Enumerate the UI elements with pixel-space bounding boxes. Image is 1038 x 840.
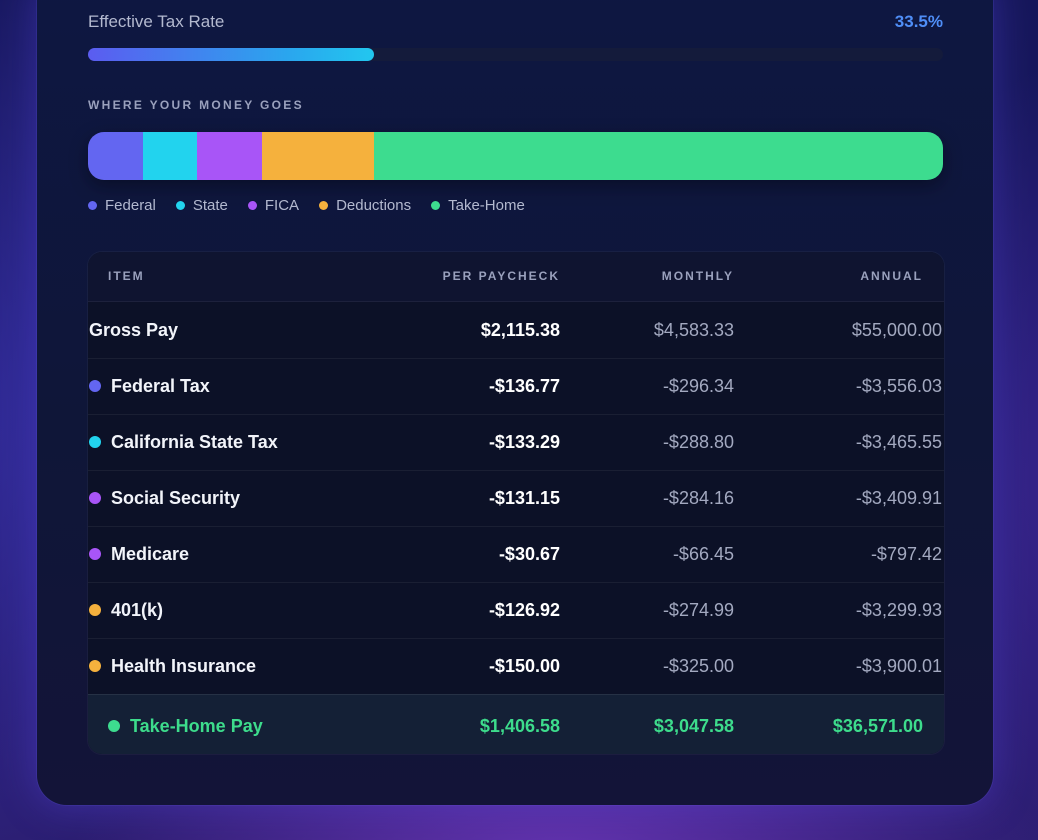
- distribution-segment-deductions: [262, 132, 375, 180]
- row-annual: -$3,465.55: [855, 432, 942, 452]
- legend-dot: [175, 201, 185, 210]
- row-per-paycheck: -$30.67: [498, 544, 560, 564]
- row-monthly: -$296.34: [662, 376, 734, 396]
- legend-item: State: [175, 197, 228, 214]
- row-item-label: Social Security: [111, 488, 241, 508]
- category-dot: [89, 660, 101, 672]
- legend-item: Deductions: [319, 197, 411, 214]
- row-item-label: Medicare: [111, 544, 190, 564]
- take-home-per-paycheck: $1,406.58: [479, 716, 560, 736]
- row-item-label: 401(k): [111, 600, 164, 620]
- paycheck-breakdown-table: ITEM PER PAYCHECK MONTHLY ANNUAL Gross P…: [88, 252, 944, 754]
- distribution-segment-fica: [197, 132, 263, 180]
- row-per-paycheck: $2,115.38: [480, 320, 560, 340]
- table-header: ITEM PER PAYCHECK MONTHLY ANNUAL: [88, 252, 944, 302]
- row-monthly: -$325.00: [662, 656, 734, 676]
- row-item-label: California State Tax: [111, 432, 278, 452]
- take-home-row: Take-Home Pay $1,406.58 $3,047.58 $36,57…: [88, 694, 944, 754]
- table-row: 401(k) -$126.92 -$274.99 -$3,299.93: [88, 582, 944, 639]
- row-annual: -$3,299.93: [855, 600, 942, 620]
- row-annual: -$3,409.91: [855, 488, 942, 508]
- legend-label: Deductions: [336, 197, 412, 214]
- row-per-paycheck: -$126.92: [488, 600, 560, 620]
- category-dot: [89, 380, 101, 392]
- legend-label: Federal: [105, 197, 156, 214]
- category-dot: [89, 436, 101, 448]
- row-annual: -$797.42: [870, 544, 942, 564]
- row-monthly: -$66.45: [672, 544, 734, 564]
- table-row: Medicare -$30.67 -$66.45 -$797.42: [88, 526, 944, 583]
- effective-tax-rate-row: Effective Tax Rate 33.5%: [88, 12, 943, 34]
- legend-item: Federal: [88, 197, 156, 214]
- money-distribution-legend: Federal State FICA Deductions Take-Home: [88, 197, 545, 214]
- effective-tax-rate-fill: [88, 48, 375, 61]
- row-per-paycheck: -$133.29: [488, 432, 560, 452]
- row-monthly: -$288.80: [662, 432, 734, 452]
- row-per-paycheck: -$136.77: [488, 376, 560, 396]
- money-distribution-bar: [88, 132, 943, 180]
- header-per-paycheck: PER PAYCHECK: [442, 269, 560, 283]
- effective-tax-rate-value: 33.5%: [894, 12, 943, 31]
- row-per-paycheck: -$131.15: [488, 488, 560, 508]
- category-dot: [89, 604, 101, 616]
- row-monthly: $4,583.33: [653, 320, 734, 340]
- row-annual: -$3,556.03: [855, 376, 942, 396]
- legend-item: FICA: [247, 197, 300, 214]
- row-annual: $55,000.00: [851, 320, 942, 340]
- money-distribution-title: WHERE YOUR MONEY GOES: [88, 98, 304, 112]
- row-item-label: Gross Pay: [89, 320, 179, 340]
- legend-dot: [247, 201, 257, 210]
- distribution-segment-take-home: [374, 132, 943, 180]
- table-row: California State Tax -$133.29 -$288.80 -$3,…: [88, 414, 944, 471]
- take-home-label: Take-Home Pay: [130, 716, 263, 736]
- distribution-segment-state: [143, 132, 198, 180]
- legend-dot: [431, 201, 441, 210]
- table-row: Health Insurance -$150.00 -$325.00 -$3,900.…: [88, 638, 944, 695]
- distribution-segment-federal: [88, 132, 144, 180]
- category-dot: [89, 548, 101, 560]
- row-item-label: Federal Tax: [111, 376, 210, 396]
- effective-tax-rate-bar: [88, 48, 943, 61]
- table-row: Gross Pay $2,115.38 $4,583.33 $55,000.00: [88, 302, 944, 359]
- header-monthly: MONTHLY: [661, 269, 734, 283]
- take-home-annual: $36,571.00: [832, 716, 923, 736]
- take-home-monthly: $3,047.58: [653, 716, 734, 736]
- legend-dot: [88, 201, 97, 210]
- take-home-dot: [108, 720, 120, 732]
- legend-dot: [319, 201, 329, 210]
- effective-tax-rate-label: Effective Tax Rate: [88, 12, 225, 31]
- row-monthly: -$284.16: [662, 488, 734, 508]
- category-dot: [89, 492, 101, 504]
- header-annual: ANNUAL: [860, 269, 923, 283]
- row-item-label: Health Insurance: [111, 656, 257, 676]
- legend-label: Take-Home: [448, 197, 525, 214]
- row-monthly: -$274.99: [662, 600, 734, 620]
- legend-item: Take-Home: [431, 197, 525, 214]
- legend-label: State: [192, 197, 228, 214]
- table-row: Social Security -$131.15 -$284.16 -$3,409.9…: [88, 470, 944, 527]
- legend-label: FICA: [264, 197, 300, 214]
- row-annual: -$3,900.01: [855, 656, 942, 676]
- header-item: ITEM: [108, 269, 145, 283]
- table-row: Federal Tax -$136.77 -$296.34 -$3,556.03: [88, 358, 944, 415]
- row-per-paycheck: -$150.00: [488, 656, 560, 676]
